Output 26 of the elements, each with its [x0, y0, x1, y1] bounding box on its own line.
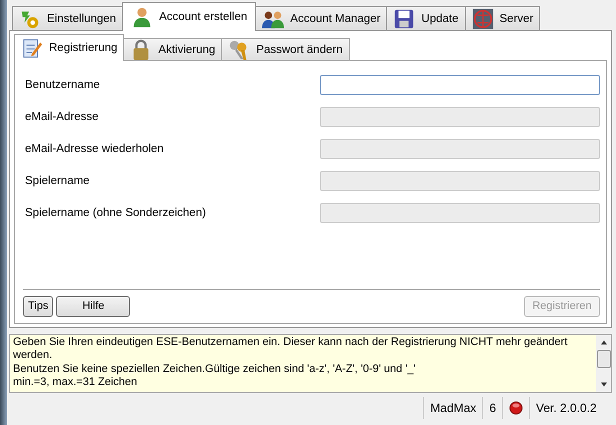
user-name: MadMax: [423, 397, 482, 420]
field-label: Benutzername: [25, 79, 100, 91]
info-text: min.=3, max.=31 Zeichen: [13, 376, 138, 390]
info-text: Geben Sie Ihren eindeutigen ESE-Benutzernamen ein. Dieser kann nach der Registrierung NICHT mehr geändert werden.: [13, 336, 568, 363]
tab[interactable]: Server: [464, 6, 540, 31]
tab[interactable]: Registrierung: [14, 34, 124, 61]
field-label: Spielername (ohne Sonderzeichen): [25, 207, 206, 219]
count: 6: [482, 397, 502, 420]
status-light-icon: [509, 401, 523, 416]
tab[interactable]: Aktivierung: [123, 38, 222, 61]
scrollbar[interactable]: [596, 334, 611, 392]
input-field[interactable]: [320, 75, 600, 95]
button[interactable]: Tips: [23, 296, 54, 317]
info-text: Benutzen Sie keine speziellen Zeichen.Gültige zeichen sind 'a-z', 'A-Z', '0-9' und '_': [13, 362, 417, 376]
button[interactable]: Hilfe: [56, 296, 130, 317]
tab[interactable]: Update: [386, 6, 466, 31]
tab[interactable]: Passwort ändern: [221, 38, 350, 61]
field-label: Spielername: [25, 175, 90, 187]
field-label: eMail-Adresse wiederholen: [25, 143, 164, 155]
field-label: eMail-Adresse: [25, 111, 98, 123]
notepad-icon: [21, 37, 43, 59]
tab[interactable]: Einstellungen: [12, 6, 124, 31]
tab[interactable]: Account Manager: [255, 6, 388, 31]
globe-icon: [472, 8, 494, 30]
tab[interactable]: Account erstellen: [122, 2, 256, 31]
version: Ver. 2.0.0.2: [529, 397, 612, 420]
